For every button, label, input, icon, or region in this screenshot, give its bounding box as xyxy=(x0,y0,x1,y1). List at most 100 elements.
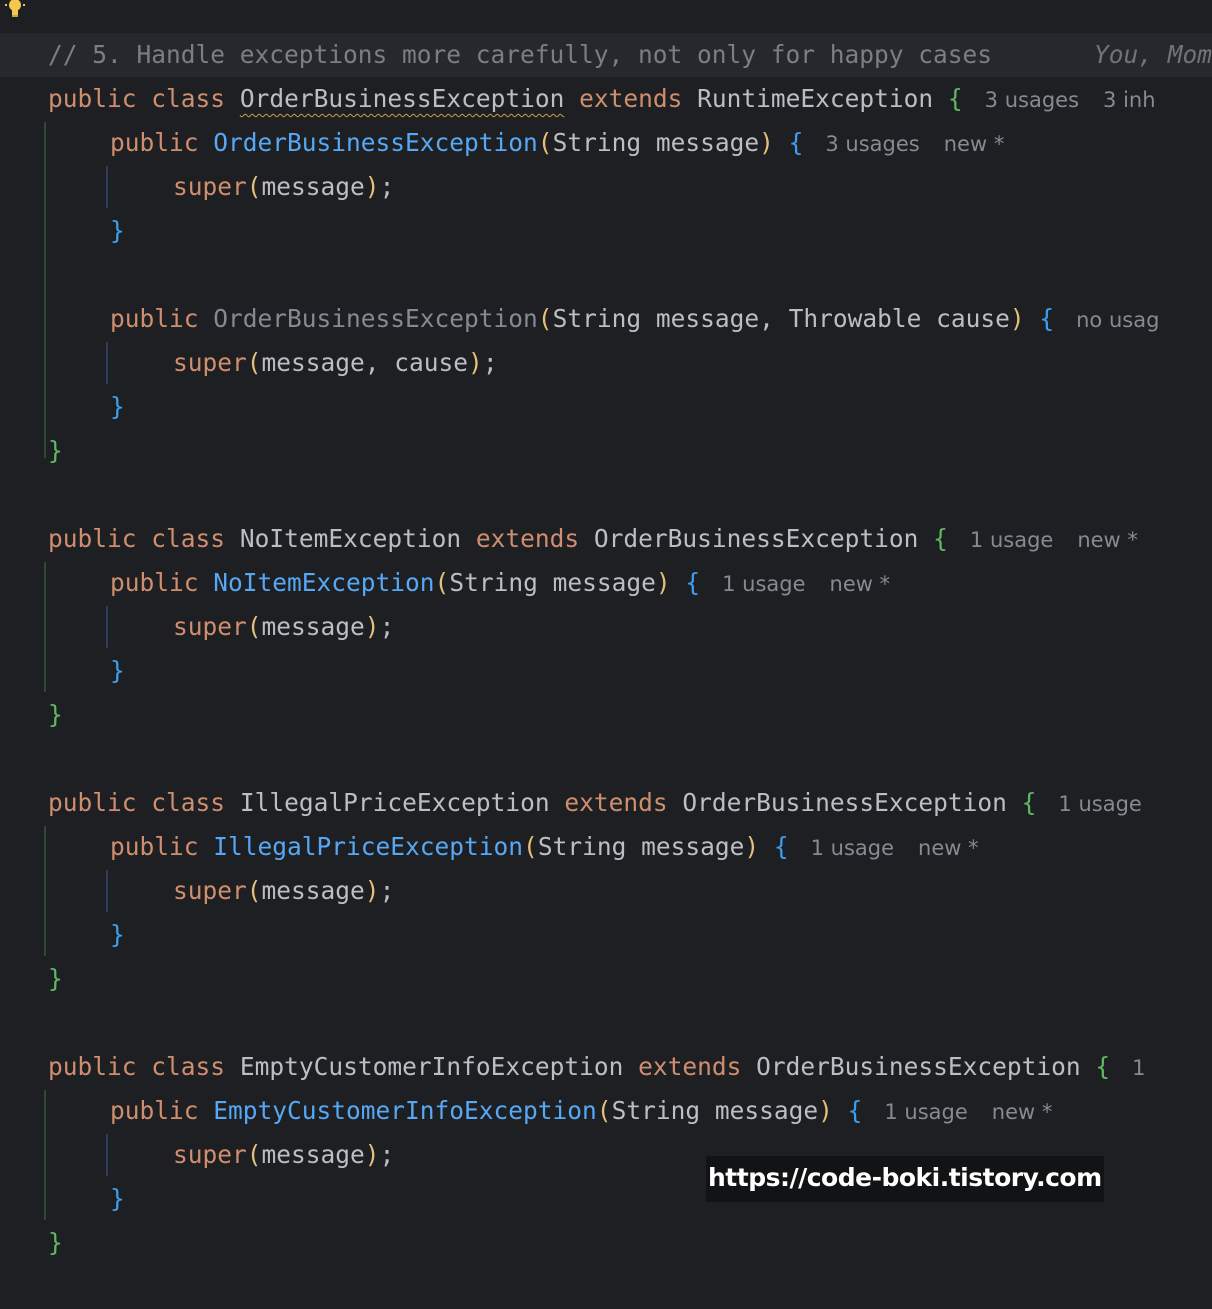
parent-class-name[interactable]: OrderBusinessException xyxy=(594,524,919,553)
usages-hint[interactable]: 3 usages xyxy=(825,132,919,156)
code-line-super-call[interactable]: super(message); xyxy=(0,165,1212,209)
code-line-class-close[interactable]: } xyxy=(0,957,1212,1001)
usages-hint[interactable]: 1 usage xyxy=(884,1100,967,1124)
close-paren: ) xyxy=(364,612,380,641)
class-name[interactable]: IllegalPriceException xyxy=(240,788,550,817)
super-args: message xyxy=(261,876,365,905)
open-brace: { xyxy=(685,568,701,597)
constructor-params: String message, Throwable cause xyxy=(552,304,1010,333)
open-brace: { xyxy=(1095,1052,1111,1081)
keyword-class: class xyxy=(151,1052,226,1081)
close-paren: ) xyxy=(818,1096,833,1125)
code-line-class-close[interactable]: } xyxy=(0,693,1212,737)
keyword-public: public xyxy=(110,832,199,861)
keyword-class: class xyxy=(151,84,226,113)
keyword-public: public xyxy=(48,524,137,553)
usages-hint[interactable]: 1 xyxy=(1132,1056,1145,1080)
git-blame-hint[interactable]: You, Mom xyxy=(1094,33,1212,77)
code-line-constructor[interactable]: public EmptyCustomerInfoException(String… xyxy=(0,1089,1212,1133)
code-line-close-brace[interactable]: } xyxy=(0,913,1212,957)
code-line-close-brace[interactable]: } xyxy=(0,385,1212,429)
keyword-super: super xyxy=(173,172,247,201)
class-name[interactable]: OrderBusinessException xyxy=(240,84,565,113)
lightbulb-icon[interactable] xyxy=(4,0,26,18)
close-brace: } xyxy=(110,920,125,949)
semicolon: ; xyxy=(379,612,395,641)
close-paren: ) xyxy=(759,128,774,157)
close-brace: } xyxy=(48,964,63,993)
open-paren: ( xyxy=(434,568,450,597)
code-line-class-declaration[interactable]: public class EmptyCustomerInfoException … xyxy=(0,1045,1212,1089)
constructor-name[interactable]: IllegalPriceException xyxy=(213,832,523,861)
code-line-close-brace[interactable]: } xyxy=(0,649,1212,693)
constructor-params: String message xyxy=(611,1096,819,1125)
code-line-close-brace[interactable]: } xyxy=(0,209,1212,253)
code-line-super-call[interactable]: super(message); xyxy=(0,869,1212,913)
constructor-name[interactable]: OrderBusinessException xyxy=(213,128,538,157)
keyword-public: public xyxy=(48,1052,137,1081)
close-brace: } xyxy=(110,392,125,421)
code-line-class-declaration[interactable]: public class NoItemException extends Ord… xyxy=(0,517,1212,561)
code-line-constructor[interactable]: public NoItemException(String message) {… xyxy=(0,561,1212,605)
usages-hint[interactable]: 3 usages xyxy=(985,88,1079,112)
usages-hint[interactable]: no usag xyxy=(1076,308,1159,332)
keyword-extends: extends xyxy=(638,1052,742,1081)
open-paren: ( xyxy=(246,1140,262,1169)
watermark-url: https://code-boki.tistory.com xyxy=(706,1156,1104,1202)
super-args: message xyxy=(261,612,365,641)
keyword-public: public xyxy=(110,568,199,597)
usages-hint[interactable]: 1 usage xyxy=(811,836,894,860)
close-brace: } xyxy=(48,436,63,465)
keyword-super: super xyxy=(173,876,247,905)
super-args: message xyxy=(261,1140,365,1169)
close-paren: ) xyxy=(364,1140,380,1169)
open-paren: ( xyxy=(246,876,262,905)
code-line-super-call[interactable]: super(message); xyxy=(0,605,1212,649)
open-paren: ( xyxy=(246,612,262,641)
code-line-super-call[interactable]: super(message, cause); xyxy=(0,341,1212,385)
constructor-name[interactable]: EmptyCustomerInfoException xyxy=(213,1096,597,1125)
open-brace: { xyxy=(773,832,789,861)
new-badge: new * xyxy=(1077,528,1138,552)
code-line-constructor[interactable]: public IllegalPriceException(String mess… xyxy=(0,825,1212,869)
semicolon: ; xyxy=(379,1140,395,1169)
close-paren: ) xyxy=(655,568,671,597)
code-line-constructor[interactable]: public OrderBusinessException(String mes… xyxy=(0,297,1212,341)
constructor-params: String message xyxy=(552,128,760,157)
inheritors-hint[interactable]: 3 inh xyxy=(1103,88,1156,112)
constructor-name[interactable]: NoItemException xyxy=(213,568,434,597)
keyword-extends: extends xyxy=(579,84,683,113)
close-paren: ) xyxy=(468,348,483,377)
open-paren: ( xyxy=(246,172,262,201)
close-paren: ) xyxy=(1009,304,1025,333)
constructor-name-unused[interactable]: OrderBusinessException xyxy=(213,304,538,333)
keyword-extends: extends xyxy=(564,788,668,817)
open-paren: ( xyxy=(246,348,262,377)
close-paren: ) xyxy=(364,172,380,201)
open-brace: { xyxy=(947,84,963,113)
code-line-class-declaration[interactable]: public class IllegalPriceException exten… xyxy=(0,781,1212,825)
close-brace: } xyxy=(48,700,63,729)
usages-hint[interactable]: 1 usage xyxy=(722,572,805,596)
parent-class-name[interactable]: RuntimeException xyxy=(697,84,933,113)
new-badge: new * xyxy=(991,1100,1053,1124)
code-line-class-declaration[interactable]: public class OrderBusinessException exte… xyxy=(0,77,1212,121)
parent-class-name[interactable]: OrderBusinessException xyxy=(756,1052,1081,1081)
code-line-class-close[interactable]: } xyxy=(0,429,1212,473)
close-brace: } xyxy=(110,656,125,685)
usages-hint[interactable]: 1 usage xyxy=(970,528,1053,552)
code-comment: // 5. Handle exceptions more carefully, … xyxy=(48,40,993,69)
keyword-super: super xyxy=(173,612,247,641)
code-line-constructor[interactable]: public OrderBusinessException(String mes… xyxy=(0,121,1212,165)
open-brace: { xyxy=(788,128,804,157)
usages-hint[interactable]: 1 usage xyxy=(1058,792,1141,816)
code-line-class-close[interactable]: } xyxy=(0,1221,1212,1265)
code-line-comment[interactable]: // 5. Handle exceptions more carefully, … xyxy=(0,33,1212,77)
keyword-public: public xyxy=(110,128,199,157)
constructor-params: String message xyxy=(449,568,656,597)
super-args: message xyxy=(261,172,365,201)
close-paren: ) xyxy=(364,876,380,905)
parent-class-name[interactable]: OrderBusinessException xyxy=(682,788,1007,817)
class-name[interactable]: EmptyCustomerInfoException xyxy=(240,1052,624,1081)
class-name[interactable]: NoItemException xyxy=(240,524,461,553)
